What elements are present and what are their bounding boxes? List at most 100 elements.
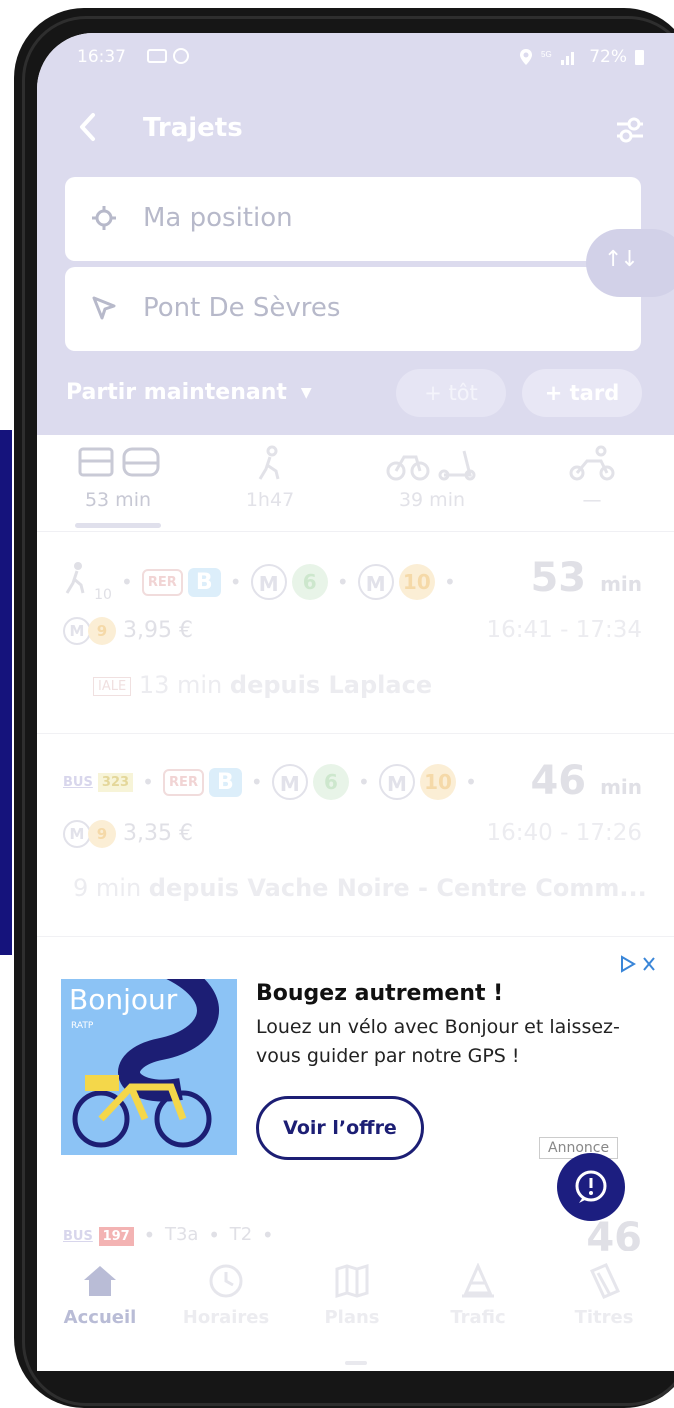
- departure-mode: Partir maintenant: [66, 380, 287, 405]
- ad-body: Louez un vélo avec Bonjour et laissez-vo…: [256, 1016, 620, 1067]
- chevron-left-icon: [80, 113, 95, 141]
- duration-unit: min: [600, 775, 642, 799]
- trip-duration: 46 min: [530, 758, 642, 804]
- tab-bike[interactable]: 39 min: [377, 445, 487, 511]
- back-button[interactable]: [77, 111, 105, 147]
- trip-lines: 10 • RER B • M 6 • M 10 •: [63, 561, 460, 603]
- rer-line-badge: B: [209, 767, 242, 797]
- separator: •: [336, 570, 349, 595]
- bus-logo: BUS: [63, 774, 93, 790]
- price-value: 3,95 €: [123, 618, 193, 643]
- rer-logo: RER: [141, 568, 183, 596]
- origin-field[interactable]: Ma position: [65, 177, 641, 261]
- trip-departure-info: 9 min depuis Vache Noire - Centre Comm..…: [73, 874, 647, 902]
- metro-line-badge: 10: [419, 764, 456, 800]
- separator: •: [142, 770, 154, 794]
- nav-titres[interactable]: Titres: [549, 1263, 659, 1328]
- tab-transit[interactable]: 53 min: [63, 445, 173, 511]
- metro-line-badge: 6: [312, 764, 349, 800]
- earlier-button[interactable]: + tôt: [396, 369, 506, 417]
- nav-label: Trafic: [450, 1307, 506, 1328]
- signal-icon: 5G: [541, 50, 575, 65]
- walk-icon: [258, 445, 280, 480]
- destination-field[interactable]: Pont De Sèvres: [65, 267, 641, 351]
- separator: •: [443, 570, 456, 595]
- trip-result[interactable]: BUS 323 • RER B • M 6 • M 10 • 46 min M …: [37, 736, 674, 937]
- walk-icon: [65, 562, 85, 594]
- bike-scooter-icon: [386, 450, 476, 481]
- duration-unit: min: [600, 572, 642, 596]
- notification-icons: [147, 47, 193, 69]
- metro-icon: M: [250, 564, 287, 601]
- trip-price: M 9 3,35 €: [63, 820, 193, 848]
- separator: •: [121, 570, 133, 595]
- bus-line-badge: 197: [98, 1227, 134, 1246]
- nav-plans[interactable]: Plans: [297, 1263, 407, 1328]
- nav-label: Horaires: [182, 1307, 270, 1328]
- metro-line-badge: 10: [398, 564, 435, 601]
- ad-brand: Bonjour: [69, 983, 178, 1016]
- ad-close-button[interactable]: [620, 955, 658, 978]
- metro-line-badge: 6: [291, 564, 328, 601]
- road-cone-icon: [462, 1262, 494, 1298]
- trip-result[interactable]: 10 • RER B • M 6 • M 10 • 53 min M 9 3,9…: [37, 533, 674, 734]
- bus-train-icon: [78, 447, 160, 477]
- duration-value: 53: [530, 555, 587, 601]
- trip-duration: 53 min: [530, 555, 642, 601]
- nav-trafic[interactable]: Trafic: [423, 1262, 533, 1328]
- metro-icon: M: [63, 617, 91, 645]
- separator: •: [143, 1223, 156, 1247]
- filters-button[interactable]: [614, 115, 646, 145]
- bus-logo: BUS: [63, 1229, 93, 1244]
- later-button[interactable]: + tard: [522, 369, 642, 417]
- tab-moto[interactable]: —: [537, 445, 647, 511]
- tab-walk[interactable]: 1h47: [215, 445, 325, 511]
- status-right: 5G 72%: [519, 47, 644, 67]
- depart-minutes: 9 min: [73, 874, 142, 902]
- separator: •: [229, 570, 242, 595]
- metro-icon: M: [378, 764, 415, 800]
- help-button[interactable]: [557, 1153, 625, 1221]
- nav-label: Accueil: [63, 1307, 137, 1328]
- ad-image[interactable]: Bonjour RATP: [61, 979, 237, 1155]
- rer-logo: RER: [163, 768, 204, 796]
- tab-indicator: [75, 523, 161, 528]
- notification-icon: [147, 48, 189, 64]
- crosshair-icon: [92, 206, 116, 230]
- origin-value: Ma position: [143, 203, 293, 233]
- svg-text:5G: 5G: [541, 50, 552, 59]
- metro-icon: M: [63, 820, 91, 848]
- nav-label: Titres: [574, 1307, 634, 1328]
- destination-value: Pont De Sèvres: [143, 293, 341, 323]
- app-screen: 16:37 5G 72% Trajets Ma position Pont De…: [37, 33, 674, 1371]
- map-icon: [335, 1263, 369, 1299]
- bottom-navigation: Accueil Horaires Plans Trafic Titres: [37, 1251, 674, 1371]
- nav-horaires[interactable]: Horaires: [171, 1263, 281, 1328]
- page-title: Trajets: [143, 113, 243, 143]
- trip-lines: BUS 197 • T3a • T2 •: [63, 1223, 278, 1247]
- sliders-icon: [617, 117, 643, 143]
- ad-cta-button[interactable]: Voir l’offre: [256, 1096, 424, 1160]
- depart-stop: depuis Vache Noire - Centre Comm...: [148, 874, 647, 902]
- separator: •: [358, 770, 370, 794]
- separator: •: [208, 1223, 220, 1247]
- swap-button[interactable]: ↑↓: [586, 229, 674, 297]
- separator: •: [250, 770, 263, 794]
- departure-selector[interactable]: Partir maintenant ▼: [66, 380, 312, 405]
- help-chat-icon: [575, 1170, 607, 1203]
- trip-departure-info: IALE 13 min depuis Laplace: [93, 671, 432, 699]
- separator: •: [261, 1223, 274, 1247]
- clock-icon: [209, 1264, 243, 1298]
- status-bar: 16:37 5G 72%: [37, 47, 674, 73]
- ad-title: Bougez autrement !: [256, 981, 504, 1006]
- walk-segment: 10: [63, 561, 112, 603]
- metro-icon: M: [357, 564, 394, 601]
- home-icon: [84, 1266, 116, 1296]
- bus-line-badge: 323: [97, 772, 134, 792]
- ad-choices-icon: [621, 955, 655, 973]
- price-value: 3,35 €: [123, 821, 193, 846]
- tab-transit-label: 53 min: [84, 489, 152, 511]
- rer-line-badge: B: [187, 567, 221, 597]
- caret-down-icon: ▼: [300, 385, 312, 401]
- nav-accueil[interactable]: Accueil: [45, 1263, 155, 1328]
